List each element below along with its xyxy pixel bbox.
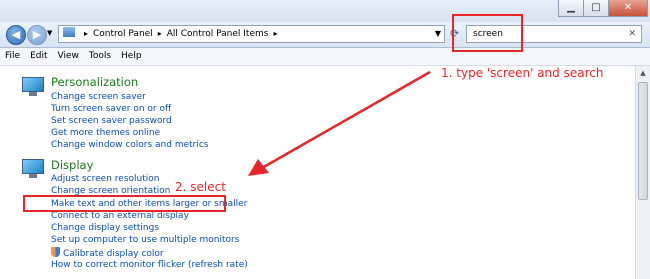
vertical-scrollbar[interactable]: ▲ <box>635 66 650 279</box>
back-button[interactable]: ◀ <box>6 25 26 45</box>
link-window-colors[interactable]: Change window colors and metrics <box>51 140 209 150</box>
link-external-display[interactable]: Connect to an external display <box>51 211 189 221</box>
link-change-screen-saver[interactable]: Change screen saver <box>51 92 146 102</box>
menu-edit[interactable]: Edit <box>25 48 52 61</box>
forward-button[interactable]: ▶ <box>27 25 47 45</box>
search-highlight-box <box>452 14 523 52</box>
recent-pages-dropdown[interactable]: ▼ <box>47 29 52 37</box>
menu-bar: File Edit View Tools Help <box>0 48 650 66</box>
link-turn-screen-saver[interactable]: Turn screen saver on or off <box>51 104 171 114</box>
address-bar[interactable]: ▸ Control Panel ▸ All Control Panel Items ▸ … <box>58 25 445 43</box>
chevron-right-icon[interactable]: ▸ <box>84 29 88 38</box>
navigation-bar: ◀ ▶ ▼ ▸ Control Panel ▸ All Control Panel I… <box>0 22 650 48</box>
back-arrow-icon: ◀ <box>11 28 21 41</box>
breadcrumb-control-panel[interactable]: Control Panel <box>93 29 153 39</box>
personalization-icon[interactable] <box>21 77 45 97</box>
address-dropdown-icon[interactable]: ▼ <box>435 26 441 42</box>
target-link-highlight-box <box>23 195 226 212</box>
minimize-button[interactable]: ▁ <box>558 0 584 17</box>
category-heading-personalization[interactable]: Personalization <box>51 75 138 89</box>
step-1-annotation: 1. type 'screen' and search <box>441 66 604 80</box>
forward-arrow-icon: ▶ <box>32 28 42 41</box>
window-controls: ▁ □ ✕ <box>558 0 648 17</box>
link-monitor-flicker[interactable]: How to correct monitor flicker (refresh … <box>51 260 248 270</box>
menu-help[interactable]: Help <box>116 48 147 61</box>
control-panel-icon <box>63 27 75 37</box>
link-calibrate-color[interactable]: Calibrate display color <box>51 247 164 259</box>
menu-file[interactable]: File <box>0 48 25 61</box>
link-screen-saver-password[interactable]: Set screen saver password <box>51 116 172 126</box>
scroll-up-icon[interactable]: ▲ <box>636 66 650 80</box>
chevron-right-icon[interactable]: ▸ <box>158 29 162 38</box>
link-more-themes[interactable]: Get more themes online <box>51 128 160 138</box>
chevron-right-icon[interactable]: ▸ <box>273 29 277 38</box>
link-multiple-monitors[interactable]: Set up computer to use multiple monitors <box>51 235 239 245</box>
breadcrumb-all-items[interactable]: All Control Panel Items <box>167 29 269 39</box>
clear-search-icon[interactable]: ✕ <box>628 26 636 42</box>
link-display-settings[interactable]: Change display settings <box>51 223 159 233</box>
close-button[interactable]: ✕ <box>608 0 648 17</box>
link-calibrate-color-label: Calibrate display color <box>63 249 164 259</box>
title-bar: ▁ □ ✕ <box>0 0 650 23</box>
menu-tools[interactable]: Tools <box>84 48 116 61</box>
category-heading-display[interactable]: Display <box>51 158 93 172</box>
step-2-annotation: 2. select <box>175 180 226 194</box>
menu-view[interactable]: View <box>53 48 84 61</box>
link-adjust-resolution[interactable]: Adjust screen resolution <box>51 174 159 184</box>
search-results-pane: Personalization Change screen saver Turn… <box>0 66 634 279</box>
maximize-button[interactable]: □ <box>583 0 609 17</box>
scrollbar-thumb[interactable] <box>638 82 648 200</box>
shield-icon <box>51 247 60 257</box>
display-icon[interactable] <box>21 159 45 179</box>
